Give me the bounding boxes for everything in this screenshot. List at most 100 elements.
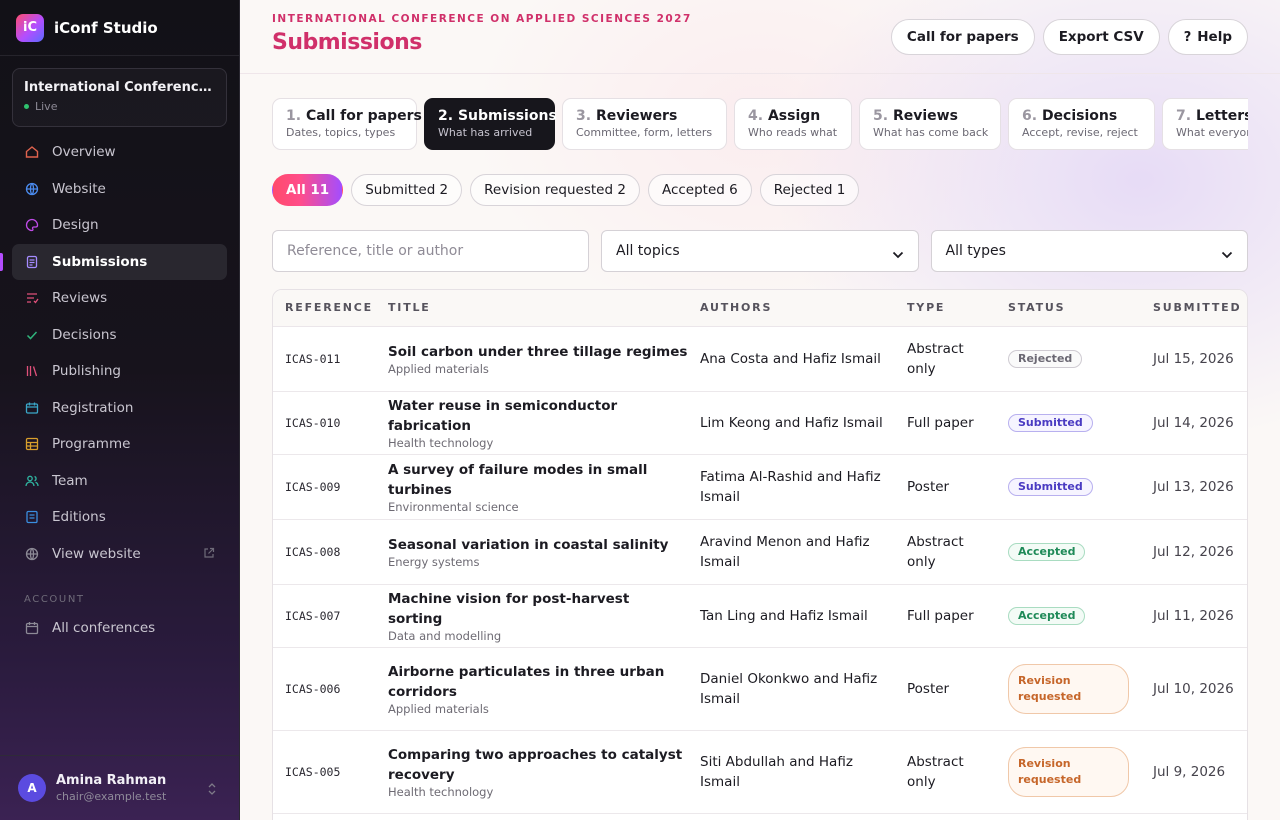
row-title[interactable]: Machine vision for post-harvest sorting (388, 589, 688, 629)
filter-all[interactable]: All 11 (272, 174, 344, 206)
sidebar-item-decisions[interactable]: Decisions (12, 317, 227, 353)
row-title[interactable]: Seasonal variation in coastal salinity (388, 535, 688, 555)
sidebar-item-label: Reviews (52, 290, 108, 306)
step-title: Assign (767, 108, 821, 124)
workflow-steps: 1. Call for papers Dates, topics, types … (272, 98, 1248, 150)
main-content: INTERNATIONAL CONFERENCE ON APPLIED SCIE… (240, 0, 1280, 820)
search-row: All topics All types (272, 230, 1248, 272)
row-type: Poster (895, 647, 996, 731)
document-icon (24, 254, 40, 270)
sidebar-item-website[interactable]: Website (12, 171, 227, 207)
table-row[interactable]: ICAS-011 Soil carbon under three tillage… (273, 326, 1247, 392)
step-letters[interactable]: 7. Letters What everyone receives (1162, 98, 1248, 150)
row-submitted-date: Jul 9, 2026 (1141, 730, 1247, 814)
submissions-table: REFERENCE TITLE AUTHORS TYPE STATUS SUBM… (272, 289, 1248, 820)
row-reference: ICAS-008 (273, 519, 376, 585)
step-decisions[interactable]: 6. Decisions Accept, revise, reject (1008, 98, 1155, 150)
topic-select[interactable]: All topics (601, 230, 919, 272)
filter-revision-requested[interactable]: Revision requested 2 (470, 174, 640, 206)
column-header-authors[interactable]: AUTHORS (688, 290, 895, 327)
table-row[interactable]: ICAS-007 Machine vision for post-harvest… (273, 584, 1247, 648)
account-section-label: ACCOUNT (24, 594, 85, 605)
step-subtitle: What has arrived (438, 126, 533, 139)
list-icon (24, 509, 40, 525)
user-menu[interactable]: A Amina Rahman chair@example.test (0, 755, 239, 820)
row-authors: Lim Keong and Hafiz Ismail (688, 391, 895, 455)
chevron-down-icon (1221, 247, 1233, 259)
app-logo: iC (16, 13, 44, 42)
filter-rejected[interactable]: Rejected 1 (759, 174, 860, 206)
row-submitted-date: Jul 12, 2026 (1141, 519, 1247, 585)
step-call-for-papers[interactable]: 1. Call for papers Dates, topics, types (272, 98, 422, 150)
column-header-reference[interactable]: REFERENCE (273, 290, 376, 327)
sidebar-item-submissions[interactable]: Submissions (0, 243, 227, 280)
step-number: 6. (1022, 108, 1038, 124)
help-icon: ? (1183, 29, 1192, 45)
row-topic: Environmental science (388, 499, 519, 514)
row-submitted-date: Jul 10, 2026 (1141, 647, 1247, 731)
row-title[interactable]: Comparing two approaches to catalyst rec… (388, 745, 688, 785)
column-header-title[interactable]: TITLE (376, 290, 688, 327)
row-type: Abstract only (895, 519, 996, 585)
step-number: 5. (873, 108, 889, 124)
help-button[interactable]: ? Help (1167, 19, 1248, 55)
globe-icon (24, 546, 40, 562)
row-authors: Daniel Okonkwo and Hafiz Ismail (688, 647, 895, 731)
row-authors: Tan Ling and Hafiz Ismail (688, 584, 895, 648)
row-title[interactable]: Airborne particulates in three urban cor… (388, 662, 688, 702)
sidebar-item-design[interactable]: Design (12, 207, 227, 243)
sidebar-item-label: Decisions (52, 326, 117, 343)
filter-accepted[interactable]: Accepted 6 (647, 174, 752, 206)
column-header-type[interactable]: TYPE (895, 290, 996, 327)
row-title[interactable]: Water reuse in semiconductor fabrication (388, 396, 688, 436)
step-number: 2. (438, 108, 454, 124)
step-submissions[interactable]: 2. Submissions What has arrived (424, 98, 557, 150)
type-select[interactable]: All types (930, 230, 1248, 272)
table-row[interactable]: ICAS-008 Seasonal variation in coastal s… (273, 519, 1247, 585)
row-reference: ICAS-005 (273, 730, 376, 814)
status-filters: All 11 Submitted 2 Revision requested 2 … (272, 174, 860, 206)
brand[interactable]: iC iConf Studio (0, 0, 239, 56)
conference-switcher[interactable]: International Conference on Applied Scie… (12, 68, 227, 127)
step-subtitle: What everyone receives (1176, 126, 1248, 139)
sidebar-item-team[interactable]: Team (12, 463, 227, 499)
table-row[interactable]: ICAS-010 Water reuse in semiconductor fa… (273, 391, 1247, 455)
step-reviews[interactable]: 5. Reviews What has come back (859, 98, 1001, 150)
globe-icon (24, 181, 40, 197)
filter-submitted[interactable]: Submitted 2 (351, 174, 463, 206)
column-header-submitted[interactable]: SUBMITTED (1141, 290, 1247, 327)
sidebar-item-view-website[interactable]: View website (12, 536, 227, 572)
row-type: Full paper (895, 584, 996, 648)
sidebar-item-all-conferences[interactable]: All conferences (12, 610, 227, 646)
search-input[interactable] (272, 230, 589, 272)
step-reviewers[interactable]: 3. Reviewers Committee, form, letters (562, 98, 727, 150)
sidebar-item-editions[interactable]: Editions (12, 499, 227, 535)
type-select-value: All types (945, 243, 1006, 259)
sidebar-item-publishing[interactable]: Publishing (12, 353, 227, 389)
live-dot-icon (24, 104, 29, 109)
row-title[interactable]: Soil carbon under three tillage regimes (388, 342, 688, 362)
call-for-papers-button[interactable]: Call for papers (890, 19, 1035, 55)
row-title[interactable]: A survey of failure modes in small turbi… (388, 460, 688, 500)
step-assign[interactable]: 4. Assign Who reads what (734, 98, 852, 150)
export-csv-button[interactable]: Export CSV (1042, 19, 1160, 55)
table-row[interactable]: ICAS-005 Comparing two approaches to cat… (273, 730, 1247, 814)
status-badge: Accepted (1008, 606, 1086, 625)
status-badge: Submitted (1008, 477, 1093, 496)
column-header-status[interactable]: STATUS (996, 290, 1141, 327)
sidebar: iC iConf Studio International Conference… (0, 0, 240, 820)
row-authors: Fatima Al-Rashid and Hafiz Ismail (688, 454, 895, 520)
sidebar-item-programme[interactable]: Programme (12, 426, 227, 462)
sidebar-item-reviews[interactable]: Reviews (12, 280, 227, 316)
table-row[interactable]: ICAS-006 Airborne particulates in three … (273, 647, 1247, 731)
sidebar-item-label: Registration (52, 399, 134, 416)
step-subtitle: Accept, revise, reject (1022, 126, 1138, 139)
step-subtitle: Who reads what (748, 126, 838, 139)
sidebar-item-overview[interactable]: Overview (12, 134, 227, 170)
row-submitted-date: Jul 11, 2026 (1141, 584, 1247, 648)
sidebar-item-registration[interactable]: Registration (12, 390, 227, 426)
table-row[interactable]: ICAS-009 A survey of failure modes in sm… (273, 454, 1247, 520)
step-title: Call for papers (305, 108, 422, 124)
sidebar-item-label: Programme (52, 436, 131, 452)
row-authors: Aravind Menon and Hafiz Ismail (688, 519, 895, 585)
